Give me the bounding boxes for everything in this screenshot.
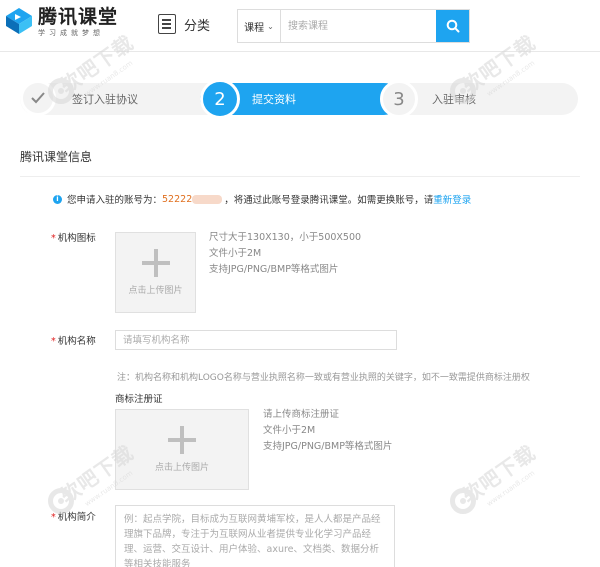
chevron-down-icon: ⌄	[267, 21, 274, 31]
search-type-select[interactable]: 课程 ⌄	[238, 10, 281, 42]
plus-icon	[168, 426, 196, 454]
logo-hint-size: 尺寸大于130X130，小于500X500	[209, 232, 362, 243]
list-icon	[158, 14, 176, 34]
intro-field-label: * 机构简介	[51, 509, 96, 523]
logo-upload-text: 点击上传图片	[128, 286, 183, 296]
step-3-label: 入驻审核	[432, 93, 476, 106]
name-note: 注：机构名称和机构LOGO名称与营业执照名称一致或有营业执照的关键字，如不一致需…	[117, 373, 530, 383]
required-mark: *	[51, 233, 56, 244]
step-2: 2 提交资料	[200, 79, 400, 119]
relogin-link[interactable]: 重新登录	[433, 192, 471, 206]
step-3: 3 入驻审核	[380, 80, 578, 118]
trademark-upload-text: 点击上传图片	[154, 463, 209, 473]
logo-upload[interactable]: .p1::before{left:12px;top:0;width:4px;he…	[115, 232, 196, 313]
logo-hints: 尺寸大于130X130，小于500X500 文件小于2M 支持JPG/PNG/B…	[209, 230, 361, 278]
top-header: 腾讯课堂 学习成就梦想 分类 课程 ⌄	[0, 0, 600, 52]
notice-prefix: 您申请入驻的账号为：	[67, 195, 163, 206]
org-name-input[interactable]	[115, 330, 397, 350]
account-mask	[192, 194, 223, 204]
search-button[interactable]	[436, 10, 469, 42]
step-1-label: 签订入驻协议	[72, 93, 138, 106]
notice-middle: ，将通过此账号登录腾讯课堂。如需更换账号，请	[224, 195, 434, 206]
logo-hint-format: 支持JPG/PNG/BMP等格式图片	[209, 264, 339, 275]
search-input[interactable]	[281, 10, 436, 42]
step-2-number: 2	[200, 79, 240, 119]
trademark-hint-format: 支持JPG/PNG/BMP等格式图片	[263, 441, 393, 452]
category-menu[interactable]: 分类	[158, 14, 210, 34]
trademark-upload[interactable]: 点击上传图片	[115, 409, 249, 490]
org-intro-textarea[interactable]	[115, 505, 395, 567]
required-mark: *	[51, 512, 56, 523]
plus-icon: .p1::before{left:12px;top:0;width:4px;he…	[141, 249, 170, 277]
step-1: 签订入驻协议	[20, 80, 210, 116]
site-logo[interactable]: 腾讯课堂 学习成就梦想	[4, 6, 118, 38]
search-icon	[446, 19, 459, 33]
name-field-label: * 机构名称	[51, 333, 96, 347]
check-icon	[20, 80, 56, 116]
step-2-label: 提交资料	[252, 93, 296, 106]
info-icon: i	[53, 194, 62, 204]
logo-field-label: * 机构图标	[51, 230, 96, 244]
divider	[20, 176, 580, 177]
category-label: 分类	[184, 18, 211, 34]
search-bar: 课程 ⌄	[237, 9, 470, 43]
logo-label-text: 机构图标	[57, 233, 96, 244]
logo-slogan: 学习成就梦想	[38, 29, 104, 37]
name-label-text: 机构名称	[57, 336, 96, 347]
logo-hint-file: 文件小于2M	[209, 248, 262, 259]
section-title: 腾讯课堂信息	[20, 150, 93, 164]
page: 腾讯课堂 学习成就梦想 分类 课程 ⌄ 搜索课程 签订入驻协议 2 提交资料 3…	[0, 0, 600, 567]
search-type-label: 课程	[244, 22, 265, 34]
logo-icon	[6, 8, 32, 34]
trademark-hints: 请上传商标注册证 文件小于2M 支持JPG/PNG/BMP等格式图片	[263, 407, 392, 455]
account-notice: i 您申请入驻的账号为： 52222 ，将通过此账号登录腾讯课堂。如需更换账号，…	[53, 192, 471, 206]
trademark-hint-file: 文件小于2M	[263, 425, 316, 436]
logo-title: 腾讯课堂	[38, 6, 119, 28]
step-progress: 签订入驻协议 2 提交资料 3 入驻审核	[20, 79, 578, 119]
trademark-hint-upload: 请上传商标注册证	[263, 409, 340, 420]
trademark-label: 商标注册证	[115, 394, 163, 405]
step-3-number: 3	[380, 80, 418, 118]
required-mark: *	[51, 336, 56, 347]
account-number: 52222	[162, 193, 193, 205]
intro-label-text: 机构简介	[57, 512, 96, 523]
